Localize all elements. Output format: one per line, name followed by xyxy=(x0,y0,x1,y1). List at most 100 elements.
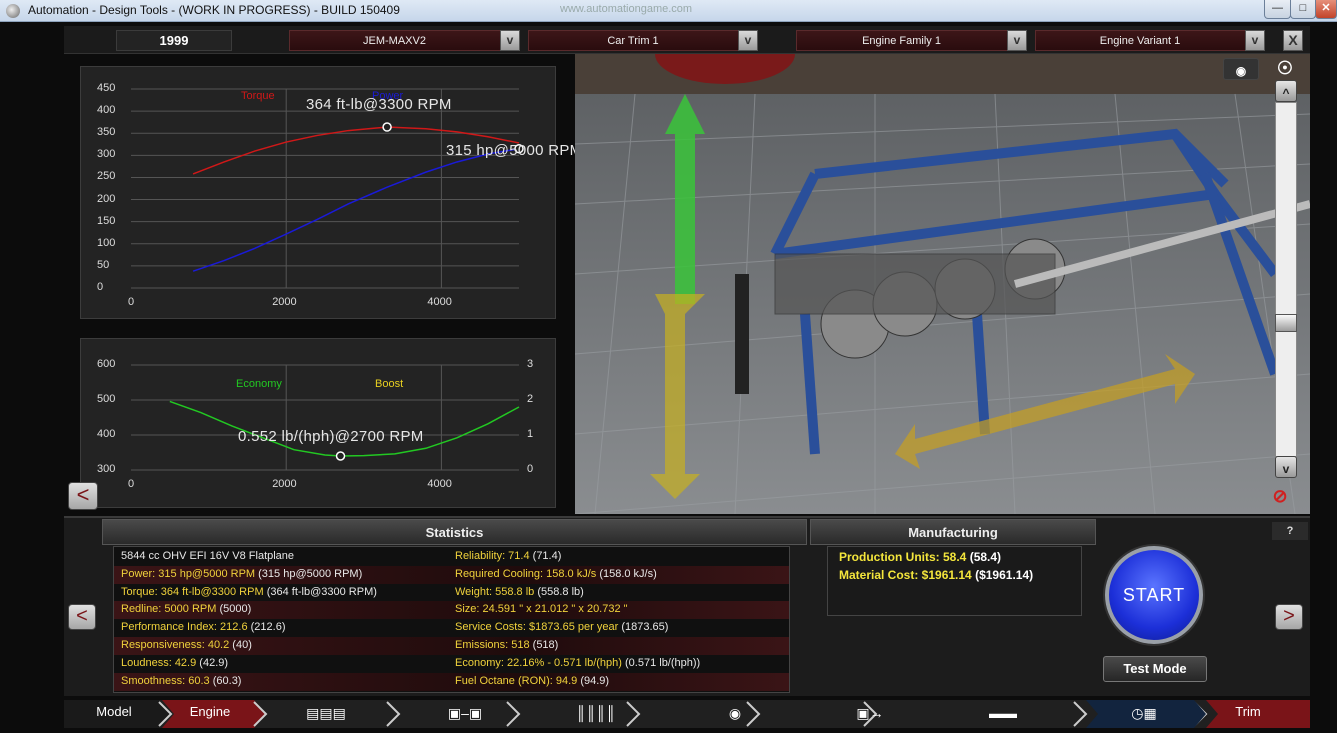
stat-value: (364 ft-lb@3300 RPM) xyxy=(266,585,377,598)
zoom-slider-track[interactable] xyxy=(1275,102,1297,457)
stat-label: Size: 24.591 " x 21.012 " x 20.732 " xyxy=(455,603,628,616)
stat-value: (1873.65) xyxy=(621,621,669,634)
boost-legend-label: Boost xyxy=(375,378,404,390)
stat-row-left: Redline: 5000 RPM (5000) xyxy=(121,601,251,618)
back-button[interactable]: < xyxy=(68,482,98,510)
stat-value: (71.4) xyxy=(532,550,562,562)
stat-row-right: Fuel Octane (RON): 94.9 (94.9) xyxy=(455,673,609,690)
economy-peak-label: 0.552 lb/(hph)@2700 RPM xyxy=(238,428,424,445)
engine-3d-viewport[interactable] xyxy=(575,54,1310,514)
block-icon[interactable]: ▤▤▤ xyxy=(300,703,352,723)
ec-y2-tick-label: 3 xyxy=(527,358,534,370)
stat-label: Power: 315 hp@5000 RPM xyxy=(121,567,256,580)
ec-y-tick-label: 600 xyxy=(97,358,116,370)
nav-model-tab[interactable]: Model xyxy=(80,700,148,726)
stat-value: (212.6) xyxy=(250,621,286,634)
scroll-down-button[interactable]: v xyxy=(1275,456,1297,478)
stat-row-left: Smoothness: 60.3 (60.3) xyxy=(121,673,241,690)
help-button[interactable]: ? xyxy=(1272,522,1308,540)
ec-y2-tick-label: 1 xyxy=(527,428,534,440)
stat-row-right: Emissions: 518 (518) xyxy=(455,637,558,654)
stat-row-left: Performance Index: 212.6 (212.6) xyxy=(121,619,286,636)
engine-variant-select[interactable]: Engine Variant 1 v xyxy=(1035,30,1265,51)
production-units-row: Production Units: 58.4 (58.4) xyxy=(839,549,1001,566)
eye-icon[interactable]: ☉ xyxy=(1266,56,1304,80)
material-cost-value: ($1961.14) xyxy=(975,568,1034,582)
stat-value: (5000) xyxy=(219,603,252,616)
stat-label: Performance Index: 212.6 xyxy=(121,621,248,634)
stat-row-left: Responsiveness: 40.2 (40) xyxy=(121,637,252,654)
engine-variant-select-label: Engine Variant 1 xyxy=(1099,35,1181,47)
stat-value: (60.3) xyxy=(212,674,242,687)
stat-label: Reliability: 71.4 xyxy=(455,550,530,562)
ec-y2-tick-label: 0 xyxy=(527,463,534,475)
engine-family-select-label: Engine Family 1 xyxy=(862,35,941,47)
scroll-up-button[interactable]: ^ xyxy=(1275,80,1297,102)
window-close-button[interactable]: ✕ xyxy=(1315,0,1337,19)
engine-family-select[interactable]: Engine Family 1 v xyxy=(796,30,1027,51)
ec-y2-tick-label: 2 xyxy=(527,393,534,405)
ec-y-tick-label: 500 xyxy=(97,393,116,405)
stat-value: (315 hp@5000 RPM) xyxy=(258,567,363,580)
ec-y-tick-label: 300 xyxy=(97,463,116,475)
stat-row-right: Size: 24.591 " x 21.012 " x 20.732 " xyxy=(455,601,628,618)
stat-label: Torque: 364 ft-lb@3300 RPM xyxy=(121,585,264,598)
exhaust-icon[interactable]: ▬▬ xyxy=(975,703,1031,723)
fuel-icon[interactable]: ▣→ xyxy=(840,703,900,723)
chevron-down-icon[interactable]: v xyxy=(1007,30,1027,51)
stat-value: (94.9) xyxy=(580,674,610,687)
nav-engine-tab[interactable]: Engine xyxy=(170,700,250,726)
stat-row-right: Reliability: 71.4 (71.4) xyxy=(455,548,561,565)
stat-label: Fuel Octane (RON): 94.9 xyxy=(455,674,578,687)
economy-legend-label: Economy xyxy=(236,378,282,390)
stat-row-right: Service Costs: $1873.65 per year (1873.6… xyxy=(455,619,668,636)
next-page-button[interactable]: > xyxy=(1275,604,1303,630)
test-mode-button[interactable]: Test Mode xyxy=(1103,656,1207,682)
stat-row-right: Economy: 22.16% - 0.571 lb/(hph) (0.571 … xyxy=(455,655,700,672)
stat-label: Loudness: 42.9 xyxy=(121,656,197,669)
stat-label: Required Cooling: 158.0 kJ/s xyxy=(455,567,597,580)
camera-icon[interactable]: ◉ xyxy=(1223,58,1259,80)
production-units-label: Production Units: 58.4 xyxy=(839,550,967,564)
ec-peak-marker xyxy=(335,451,346,461)
stat-label: Service Costs: $1873.65 per year xyxy=(455,621,619,634)
stat-row-left: Power: 315 hp@5000 RPM (315 hp@5000 RPM) xyxy=(121,566,362,583)
ec-x-tick-label: 0 xyxy=(128,478,135,490)
engine-render xyxy=(575,54,1310,514)
turbo-icon[interactable]: ◉ xyxy=(720,703,750,723)
stat-row-left: Loudness: 42.9 (42.9) xyxy=(121,655,228,672)
stat-label: Weight: 558.8 lb xyxy=(455,585,535,598)
stat-row-right: Weight: 558.8 lb (558.8 lb) xyxy=(455,584,584,601)
stat-value: (42.9) xyxy=(199,656,229,669)
crank-icon[interactable]: ▣–▣ xyxy=(445,703,485,723)
start-button[interactable]: START xyxy=(1105,546,1203,644)
chevron-down-icon[interactable]: v xyxy=(1245,30,1265,51)
stat-label: Economy: 22.16% - 0.571 lb/(hph) xyxy=(455,656,622,669)
prev-page-button[interactable]: < xyxy=(68,604,96,630)
stat-row-left: 5844 cc OHV EFI 16V V8 Flatplane xyxy=(121,548,294,565)
stat-value: (40) xyxy=(232,639,252,651)
stat-row-right: Required Cooling: 158.0 kJ/s (158.0 kJ/s… xyxy=(455,566,657,583)
stat-value: (558.8 lb) xyxy=(537,585,584,598)
minimize-button[interactable]: — xyxy=(1264,0,1291,19)
stat-label: Emissions: 518 xyxy=(455,639,530,651)
zoom-slider-thumb[interactable] xyxy=(1275,314,1297,332)
material-cost-label: Material Cost: $1961.14 xyxy=(839,568,972,582)
stat-row-left: Torque: 364 ft-lb@3300 RPM (364 ft-lb@33… xyxy=(121,584,377,601)
valvetrain-icon[interactable]: ║║║║ xyxy=(576,703,616,723)
stat-value: (0.571 lb/(hph)) xyxy=(625,656,701,669)
statistics-header: Statistics xyxy=(102,519,807,545)
dyno-icon[interactable]: ◷▦ xyxy=(1118,703,1170,723)
production-units-value: (58.4) xyxy=(969,550,1002,564)
stat-label: Smoothness: 60.3 xyxy=(121,674,210,687)
ec-y-tick-label: 400 xyxy=(97,428,116,440)
stat-label: Redline: 5000 RPM xyxy=(121,603,217,616)
maximize-button[interactable]: □ xyxy=(1290,0,1316,19)
hide-view-icon[interactable]: ⊘ xyxy=(1262,484,1298,510)
nav-trim-tab[interactable]: Trim xyxy=(1226,700,1270,726)
stat-value: (518) xyxy=(532,639,559,651)
close-designer-button[interactable]: X xyxy=(1283,30,1303,51)
stat-label: 5844 cc OHV EFI 16V V8 Flatplane xyxy=(121,550,295,562)
ec-x-tick-label: 2000 xyxy=(272,478,297,490)
chevron-down-icon[interactable]: v xyxy=(738,30,758,51)
